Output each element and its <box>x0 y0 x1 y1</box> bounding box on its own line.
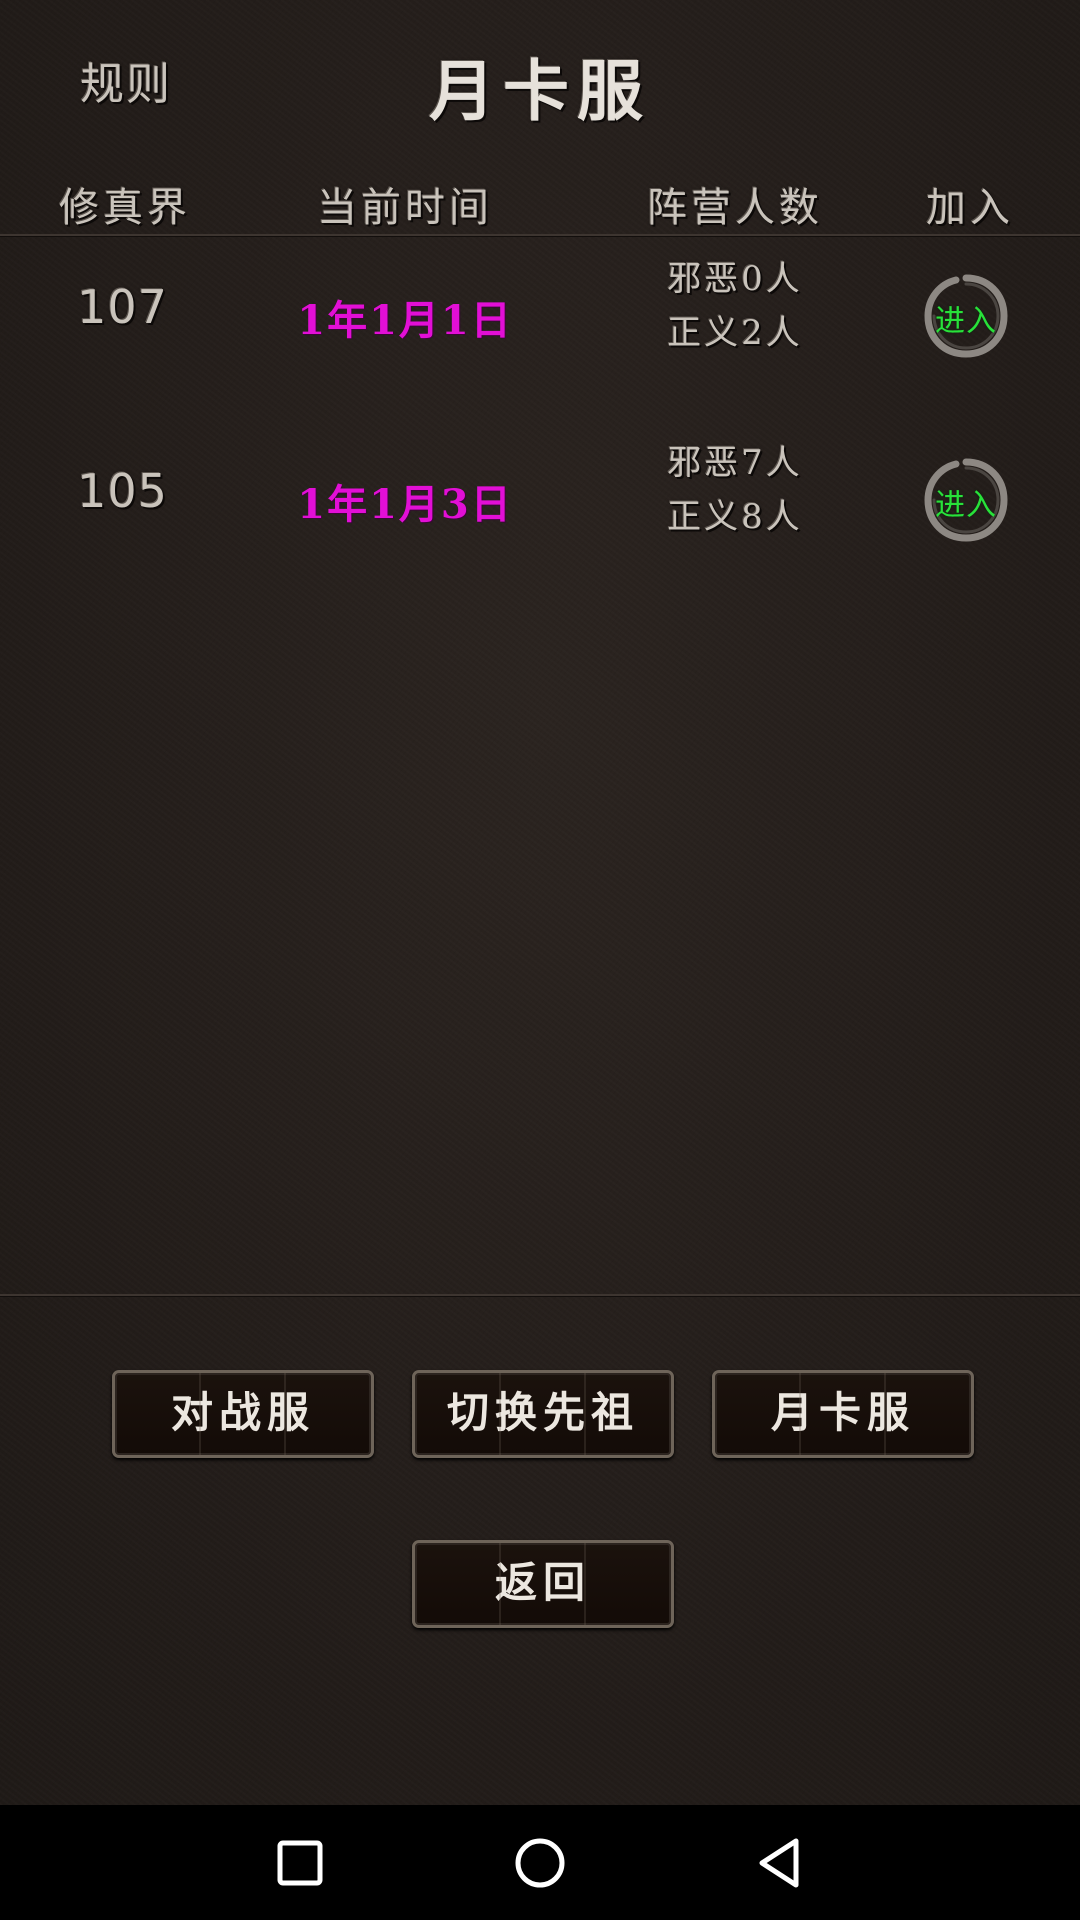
enter-server-button[interactable]: 进入 <box>922 456 1010 544</box>
justice-count: 正义8人 <box>667 497 803 537</box>
enter-label: 进入 <box>935 488 997 523</box>
monthly-server-button[interactable]: 月卡服 <box>712 1370 974 1458</box>
column-header-current-time: 当前时间 <box>317 185 493 231</box>
server-camp-count: 邪恶7人 正义8人 <box>620 436 850 544</box>
justice-count: 正义2人 <box>667 313 803 353</box>
server-realm-number: 107 <box>77 280 168 334</box>
column-header-realm: 修真界 <box>59 185 191 231</box>
list-bottom-divider <box>0 1294 1080 1296</box>
column-header-join: 加入 <box>926 185 1014 231</box>
home-icon[interactable] <box>510 1833 570 1893</box>
column-header-camp-count: 阵营人数 <box>647 185 823 231</box>
server-current-time: 1年1月3日 <box>297 481 513 528</box>
server-realm-number: 105 <box>77 464 168 518</box>
evil-count: 邪恶0人 <box>667 259 803 299</box>
switch-ancestor-button[interactable]: 切换先祖 <box>412 1370 674 1458</box>
system-nav-bar <box>0 1805 1080 1920</box>
evil-count: 邪恶7人 <box>667 443 803 483</box>
back-icon[interactable] <box>750 1833 810 1893</box>
server-row: 107 1年1月1日 邪恶0人 正义2人 进入 <box>0 240 1080 390</box>
enter-label: 进入 <box>935 304 997 339</box>
server-row: 105 1年1月3日 邪恶7人 正义8人 进入 <box>0 424 1080 574</box>
recent-apps-icon[interactable] <box>270 1833 330 1893</box>
game-screen: 规则 月卡服 修真界 当前时间 阵营人数 加入 107 1年1月1日 邪恶0人 … <box>0 0 1080 1805</box>
server-camp-count: 邪恶0人 正义2人 <box>620 252 850 360</box>
server-current-time: 1年1月1日 <box>297 297 513 344</box>
battle-server-button[interactable]: 对战服 <box>112 1370 374 1458</box>
page-title: 月卡服 <box>429 52 651 130</box>
back-button[interactable]: 返回 <box>412 1540 674 1628</box>
enter-server-button[interactable]: 进入 <box>922 272 1010 360</box>
header-divider <box>0 234 1080 236</box>
